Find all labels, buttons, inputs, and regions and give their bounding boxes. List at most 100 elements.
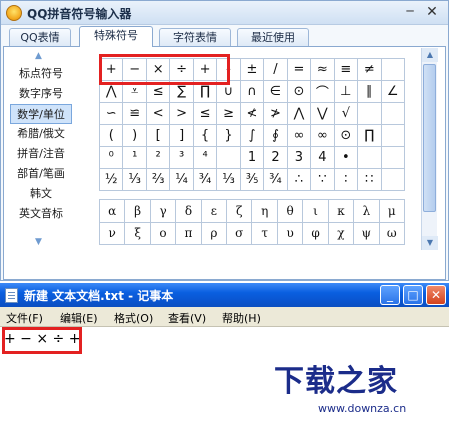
symbol-cell[interactable]: κ (328, 200, 355, 223)
tab-recently-used[interactable]: 最近使用 (237, 28, 309, 47)
close-button[interactable]: ✕ (423, 4, 441, 21)
symbol-cell[interactable]: ¾ (264, 169, 288, 191)
symbol-cell[interactable] (381, 125, 405, 147)
symbol-cell[interactable]: − (123, 59, 147, 81)
symbol-cell[interactable]: ∵ (311, 169, 335, 191)
symbol-cell[interactable]: σ (227, 222, 253, 245)
symbol-cell[interactable]: ∫ (240, 125, 265, 147)
symbol-cell[interactable]: 2 (264, 147, 288, 169)
symbol-cell[interactable]: ÷ (170, 59, 194, 81)
notepad-minimize-button[interactable]: _ (380, 285, 400, 305)
category-scroll-down-icon[interactable]: ▼ (35, 237, 42, 247)
symbol-cell[interactable]: ∈ (264, 81, 288, 103)
symbol-cell[interactable]: β (125, 200, 151, 223)
symbol-cell[interactable]: } (217, 125, 241, 147)
symbol-cell[interactable]: ∶ (334, 169, 359, 191)
symbol-cell[interactable]: ∞ (311, 125, 335, 147)
category-item[interactable]: 拼音/注音 (10, 144, 72, 164)
symbol-cell[interactable]: χ (328, 222, 355, 245)
symbol-cell[interactable]: ³ (170, 147, 194, 169)
symbol-cell[interactable]: η (252, 200, 278, 223)
notepad-close-button[interactable]: ✕ (426, 285, 446, 305)
scroll-down-icon[interactable]: ▼ (422, 236, 438, 250)
symbol-cell[interactable]: / (264, 59, 288, 81)
symbol-cell[interactable]: ρ (201, 222, 228, 245)
symbol-cell[interactable]: φ (303, 222, 329, 245)
symbol-cell[interactable]: ⅓ (123, 169, 147, 191)
menu-file[interactable]: 文件(F) (6, 310, 43, 326)
symbol-cell[interactable]: π (176, 222, 202, 245)
symbol-cell[interactable]: ∽ (100, 103, 124, 125)
symbol-cell[interactable]: ⁰ (100, 147, 124, 169)
symbol-cell[interactable]: ⋀ (287, 103, 312, 125)
scrollbar-thumb[interactable] (423, 64, 436, 212)
symbol-cell[interactable]: ∷ (358, 169, 382, 191)
symbol-cell[interactable]: ² (146, 147, 171, 169)
symbol-cell[interactable]: ( (100, 125, 124, 147)
symbol-cell[interactable]: ∩ (240, 81, 265, 103)
notepad-text-area[interactable]: + − × ÷ + (4, 331, 80, 347)
symbol-cell[interactable]: ∏ (358, 125, 382, 147)
symbol-cell[interactable]: ∞ (287, 125, 312, 147)
symbol-cell[interactable]: - (217, 59, 241, 81)
symbol-cell[interactable]: ⌒ (311, 81, 335, 103)
symbol-cell[interactable]: ι (303, 200, 329, 223)
category-item[interactable]: 韩文 (10, 184, 72, 204)
symbol-cell[interactable]: ± (240, 59, 265, 81)
notepad-maximize-button[interactable]: □ (403, 285, 423, 305)
symbol-cell[interactable]: λ (354, 200, 380, 223)
symbol-cell[interactable]: > (170, 103, 194, 125)
symbol-cell[interactable]: ≤ (146, 81, 171, 103)
symbol-cell[interactable] (358, 147, 382, 169)
category-item[interactable]: 英文音标 (10, 204, 72, 224)
symbol-cell[interactable]: ≈ (311, 59, 335, 81)
symbol-cell[interactable]: ¹ (123, 147, 147, 169)
symbol-cell[interactable]: < (146, 103, 171, 125)
symbol-cell[interactable] (358, 103, 382, 125)
symbol-cell[interactable]: ν (100, 222, 126, 245)
tab-character-emoticons[interactable]: 字符表情 (159, 28, 231, 47)
symbol-cell[interactable]: γ (150, 200, 177, 223)
symbol-cell[interactable]: 3 (287, 147, 312, 169)
symbol-cell[interactable]: ε (201, 200, 228, 223)
symbol-cell[interactable]: ∑ (170, 81, 194, 103)
symbol-cell[interactable] (381, 169, 405, 191)
symbol-cell[interactable]: ∪ (217, 81, 241, 103)
symbol-cell[interactable] (217, 147, 241, 169)
symbol-cell[interactable]: ∥ (358, 81, 382, 103)
symbol-cell[interactable]: ≯ (264, 103, 288, 125)
symbol-cell[interactable]: = (287, 59, 312, 81)
symbol-cell[interactable]: ⊙ (287, 81, 312, 103)
symbol-cell[interactable]: ξ (125, 222, 151, 245)
menu-view[interactable]: 查看(V) (168, 310, 206, 326)
notepad-title-bar[interactable]: 新建 文本文档.txt - 记事本 _ □ ✕ (0, 283, 449, 307)
symbol-cell[interactable]: ⊙ (334, 125, 359, 147)
symbol-cell[interactable]: ο (150, 222, 177, 245)
symbol-cell[interactable]: ≥ (217, 103, 241, 125)
symbol-cell[interactable]: ⩡ (123, 81, 147, 103)
scroll-up-icon[interactable]: ▲ (422, 48, 438, 62)
symbol-cell[interactable]: θ (277, 200, 304, 223)
symbol-cell[interactable]: + (100, 59, 124, 81)
category-scroll-up-icon[interactable]: ▲ (35, 51, 42, 61)
symbol-scrollbar[interactable]: ▲ ▼ (421, 48, 438, 250)
symbol-cell[interactable]: ∏ (193, 81, 218, 103)
symbol-cell[interactable]: υ (277, 222, 304, 245)
symbol-cell[interactable]: ½ (100, 169, 124, 191)
symbol-cell[interactable]: ¼ (170, 169, 194, 191)
category-item[interactable]: 标点符号 (10, 64, 72, 84)
tab-qq-emoticons[interactable]: QQ表情 (9, 28, 71, 47)
qq-title-bar[interactable]: QQ拼音符号输入器 ─ ✕ (1, 1, 448, 25)
symbol-cell[interactable]: √ (334, 103, 359, 125)
category-item[interactable]: 希腊/俄文 (10, 124, 72, 144)
symbol-cell[interactable] (381, 147, 405, 169)
menu-help[interactable]: 帮助(H) (222, 310, 261, 326)
symbol-cell[interactable]: ¾ (193, 169, 218, 191)
symbol-cell[interactable]: ω (379, 222, 405, 245)
symbol-cell[interactable]: τ (252, 222, 278, 245)
symbol-cell[interactable]: ∠ (381, 81, 405, 103)
symbol-cell[interactable]: δ (176, 200, 202, 223)
symbol-cell[interactable]: ≌ (123, 103, 147, 125)
symbol-cell[interactable] (381, 103, 405, 125)
symbol-cell[interactable]: 1 (240, 147, 265, 169)
